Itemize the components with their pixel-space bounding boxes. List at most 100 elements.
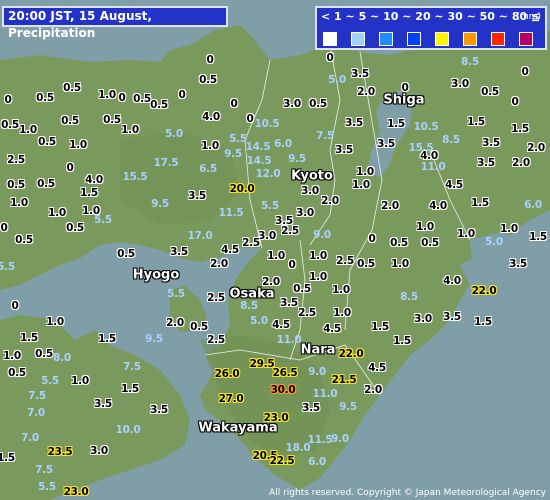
city-label: Wakayama bbox=[198, 420, 278, 436]
precipitation-value: 5.0 bbox=[328, 74, 346, 86]
precipitation-value: 1.0 bbox=[416, 221, 434, 233]
precipitation-value: 17.0 bbox=[187, 230, 213, 242]
precipitation-value: 3.5 bbox=[150, 404, 168, 416]
precipitation-value: 7.5 bbox=[28, 390, 46, 402]
precipitation-value: 4.0 bbox=[443, 275, 461, 287]
precipitation-value: 8.5 bbox=[461, 56, 479, 68]
precipitation-value: 4.0 bbox=[85, 174, 103, 186]
precipitation-value: 9.0 bbox=[308, 366, 326, 378]
precipitation-value: 2.5 bbox=[207, 334, 225, 346]
precipitation-value: 1.0 bbox=[500, 223, 518, 235]
precipitation-value: 0.5 bbox=[133, 93, 151, 105]
precipitation-value: 6.0 bbox=[524, 199, 542, 211]
precipitation-value: 1.5 bbox=[529, 231, 547, 243]
precipitation-value: 0.5 bbox=[63, 82, 81, 94]
precipitation-value: 2.5 bbox=[7, 154, 25, 166]
precipitation-value: 9.5 bbox=[288, 153, 306, 165]
precipitation-value: 1.5 bbox=[511, 123, 529, 135]
precipitation-value: 29.5 bbox=[249, 358, 275, 370]
precipitation-value: 1.0 bbox=[391, 258, 409, 270]
precipitation-value: 1.0 bbox=[98, 89, 116, 101]
precipitation-value: 11.5 bbox=[307, 434, 333, 446]
legend-swatch bbox=[351, 32, 365, 46]
legend-swatch bbox=[379, 32, 393, 46]
precipitation-value: 2.0 bbox=[321, 195, 339, 207]
city-label: Osaka bbox=[229, 286, 275, 302]
precipitation-value: 0.5 bbox=[37, 178, 55, 190]
precipitation-value: 3.5 bbox=[188, 190, 206, 202]
precipitation-value: 1.0 bbox=[333, 307, 351, 319]
precipitation-value: 2.5 bbox=[242, 237, 260, 249]
precipitation-value: 14.5 bbox=[245, 141, 271, 153]
precipitation-value: 1.0 bbox=[309, 271, 327, 283]
precipitation-value: 0.5 bbox=[199, 74, 217, 86]
precipitation-value: 0.5 bbox=[293, 283, 311, 295]
precipitation-value: 7.5 bbox=[35, 464, 53, 476]
precipitation-value: 3.0 bbox=[301, 185, 319, 197]
precipitation-value: 9.5 bbox=[224, 148, 242, 160]
precipitation-value: 2.5 bbox=[281, 225, 299, 237]
precipitation-value: 0 bbox=[288, 259, 296, 271]
precipitation-value: 1.5 bbox=[471, 197, 489, 209]
precipitation-value: 2.5 bbox=[298, 307, 316, 319]
precipitation-value: 6.5 bbox=[199, 163, 217, 175]
precipitation-value: 0 bbox=[66, 162, 74, 174]
precipitation-value: 9.5 bbox=[151, 198, 169, 210]
precipitation-value: 5.5 bbox=[261, 200, 279, 212]
precipitation-value: 9.5 bbox=[339, 401, 357, 413]
precipitation-value: 11.0 bbox=[420, 161, 446, 173]
precipitation-value: 2.0 bbox=[381, 200, 399, 212]
precipitation-value: 1.0 bbox=[309, 250, 327, 262]
legend-swatch bbox=[435, 32, 449, 46]
precipitation-value: 3.5 bbox=[170, 246, 188, 258]
precipitation-value: 0 bbox=[0, 222, 8, 234]
precipitation-value: 5.0 bbox=[165, 128, 183, 140]
precipitation-value: 0.5 bbox=[421, 237, 439, 249]
precipitation-value: 1.0 bbox=[46, 316, 64, 328]
precipitation-value: 26.5 bbox=[272, 367, 298, 379]
precipitation-value: 17.5 bbox=[153, 157, 179, 169]
precipitation-value: 12.0 bbox=[255, 168, 281, 180]
precipitation-value: 0 bbox=[246, 113, 254, 125]
precipitation-value: 8.0 bbox=[53, 352, 71, 364]
precipitation-value: 3.5 bbox=[477, 157, 495, 169]
legend-scale-text: < 1 ~ 5 ~ 10 ~ 20 ~ 30 ~ 50 ~ 80 ≦ bbox=[321, 10, 541, 23]
precipitation-value: 26.0 bbox=[214, 368, 240, 380]
precipitation-value: 3.5 bbox=[377, 138, 395, 150]
precipitation-value: 0.5 bbox=[7, 179, 25, 191]
precipitation-value: 1.0 bbox=[10, 197, 28, 209]
city-label: Hyogo bbox=[132, 267, 180, 283]
precipitation-value: 1.5 bbox=[387, 118, 405, 130]
precipitation-value: 8.5 bbox=[240, 300, 258, 312]
precipitation-value: 4.5 bbox=[221, 244, 239, 256]
precipitation-value: 22.0 bbox=[338, 348, 364, 360]
precipitation-value: 1.5 bbox=[20, 332, 38, 344]
precipitation-value: 3.0 bbox=[283, 98, 301, 110]
precipitation-value: 11.0 bbox=[312, 388, 338, 400]
precipitation-value: 3.5 bbox=[302, 402, 320, 414]
precipitation-value: 1.5 bbox=[371, 321, 389, 333]
map-title: 20:00 JST, 15 August, Precipitation bbox=[2, 6, 228, 40]
precipitation-value: 4.5 bbox=[445, 179, 463, 191]
legend-swatch bbox=[463, 32, 477, 46]
precipitation-value: 8.5 bbox=[400, 291, 418, 303]
precipitation-value: 18.0 bbox=[285, 442, 311, 454]
precipitation-value: 3.5 bbox=[351, 68, 369, 80]
precipitation-value: 1.0 bbox=[121, 124, 139, 136]
precipitation-value: 10.5 bbox=[413, 121, 439, 133]
precipitation-value: 7.5 bbox=[316, 130, 334, 142]
precipitation-value: 0 bbox=[368, 233, 376, 245]
city-label: Kyoto bbox=[291, 168, 333, 184]
precipitation-value: 2.0 bbox=[364, 384, 382, 396]
precipitation-value: 5.5 bbox=[167, 288, 185, 300]
precipitation-value: 0.5 bbox=[38, 136, 56, 148]
precipitation-value: 9.0 bbox=[313, 229, 331, 241]
precipitation-value: 6.0 bbox=[308, 456, 326, 468]
precipitation-value: 3.0 bbox=[451, 78, 469, 90]
precipitation-value: 1.0 bbox=[332, 284, 350, 296]
precipitation-value: 4.5 bbox=[368, 362, 386, 374]
precipitation-value: 7.0 bbox=[21, 432, 39, 444]
precipitation-value: 20.0 bbox=[229, 183, 255, 195]
precipitation-value: 5.0 bbox=[485, 236, 503, 248]
precipitation-value: 9.5 bbox=[145, 333, 163, 345]
